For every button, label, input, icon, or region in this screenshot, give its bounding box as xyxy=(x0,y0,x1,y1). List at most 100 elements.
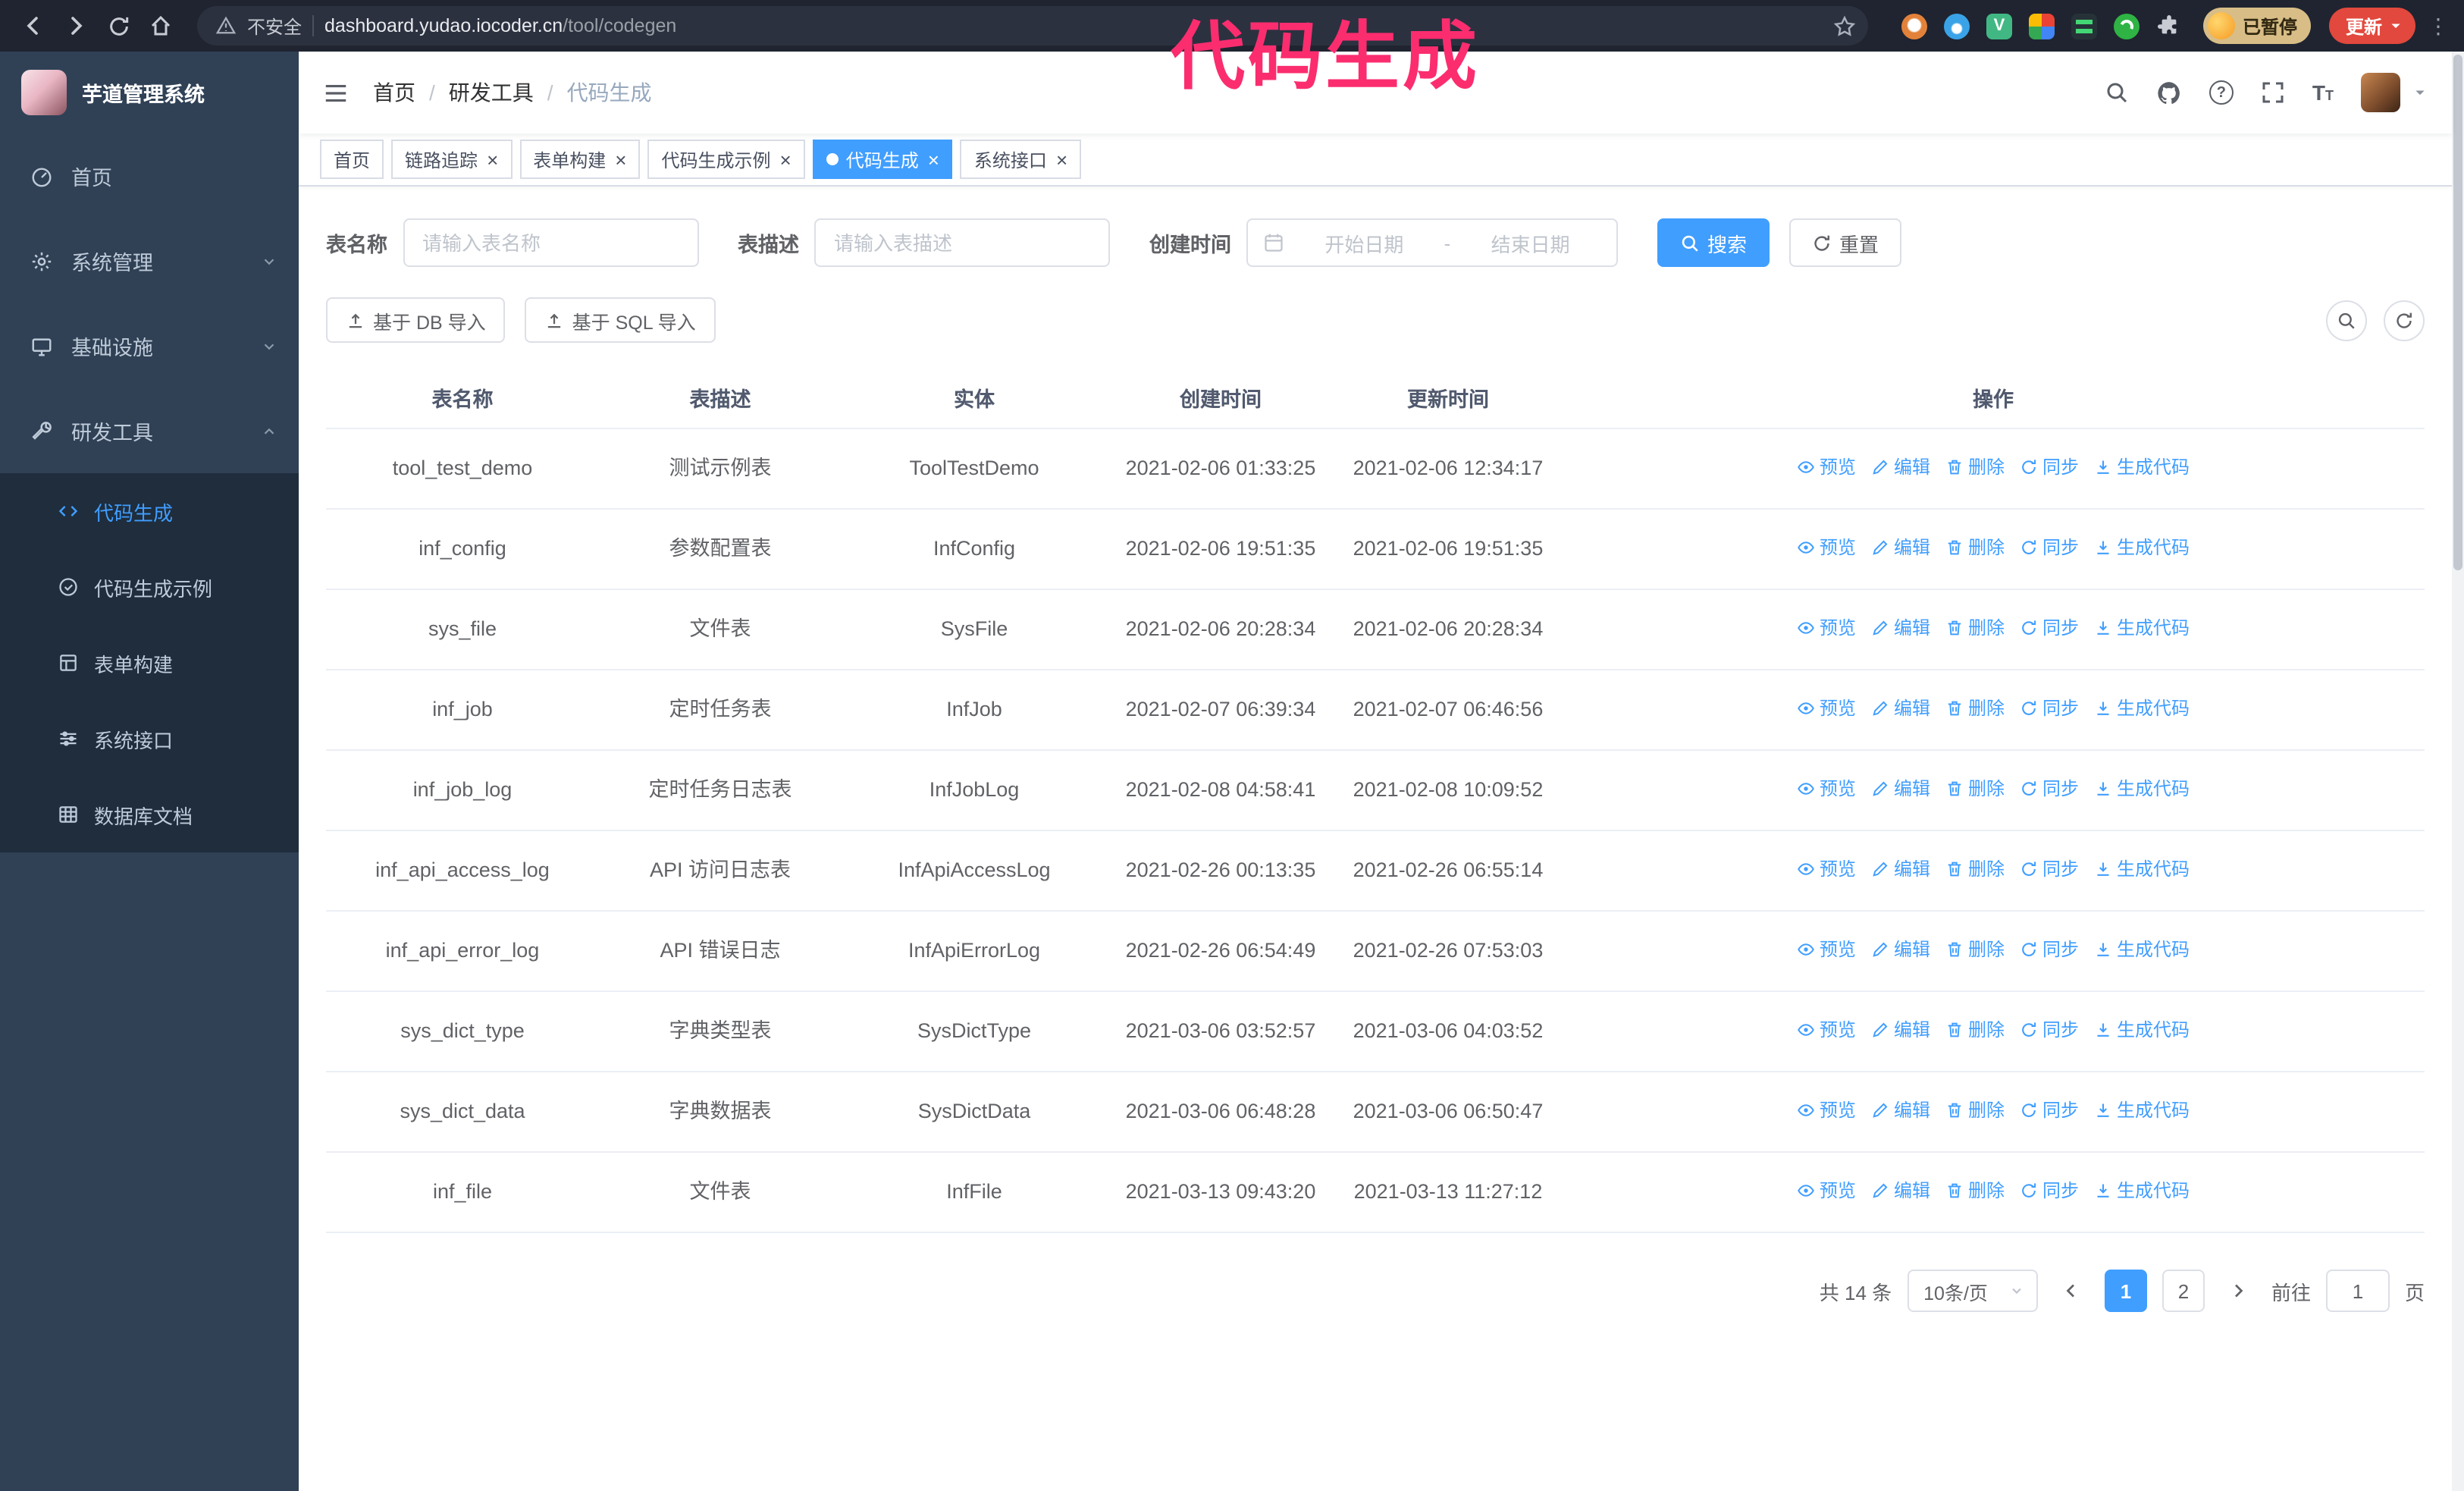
extension-icon-4[interactable] xyxy=(2028,13,2055,39)
action-delete[interactable]: 删除 xyxy=(1945,933,2005,966)
address-bar[interactable]: 不安全 dashboard.yudao.iocoder.cn/tool/code… xyxy=(197,6,1868,46)
scrollbar-thumb[interactable] xyxy=(2453,55,2462,570)
action-edit[interactable]: 编辑 xyxy=(1871,531,1930,564)
page-button-2[interactable]: 2 xyxy=(2161,1270,2205,1312)
action-generate-code[interactable]: 生成代码 xyxy=(2094,531,2190,564)
action-preview[interactable]: 预览 xyxy=(1797,772,1856,805)
github-icon[interactable] xyxy=(2156,80,2182,105)
extension-icon-2[interactable] xyxy=(1943,13,1970,39)
action-sync[interactable]: 同步 xyxy=(2020,852,2079,886)
fullscreen-icon[interactable] xyxy=(2261,80,2285,105)
action-delete[interactable]: 删除 xyxy=(1945,852,2005,886)
action-delete[interactable]: 删除 xyxy=(1945,611,2005,645)
profile-paused-chip[interactable]: 已暂停 xyxy=(2202,8,2311,44)
action-delete[interactable]: 删除 xyxy=(1945,1174,2005,1207)
browser-back-icon[interactable] xyxy=(15,8,52,44)
refresh-table-button[interactable] xyxy=(2384,300,2425,341)
toggle-search-button[interactable] xyxy=(2326,300,2367,341)
sidebar-item-infrastructure[interactable]: 基础设施 xyxy=(0,303,299,388)
action-edit[interactable]: 编辑 xyxy=(1871,1174,1930,1207)
page-button-1[interactable]: 1 xyxy=(2104,1270,2147,1312)
action-generate-code[interactable]: 生成代码 xyxy=(2094,772,2190,805)
action-sync[interactable]: 同步 xyxy=(2020,1174,2079,1207)
action-edit[interactable]: 编辑 xyxy=(1871,933,1930,966)
action-preview[interactable]: 预览 xyxy=(1797,531,1856,564)
tab-tracing[interactable]: 链路追踪 × xyxy=(391,140,513,179)
tab-codegen-example[interactable]: 代码生成示例 × xyxy=(647,140,805,179)
breadcrumb-home[interactable]: 首页 xyxy=(373,77,415,108)
browser-reload-icon[interactable] xyxy=(100,8,136,44)
tab-home[interactable]: 首页 xyxy=(320,140,384,179)
sidebar-item-form-builder[interactable]: 表单构建 xyxy=(0,625,299,701)
breadcrumb-devtools[interactable]: 研发工具 xyxy=(449,77,534,108)
close-icon[interactable]: × xyxy=(487,149,498,169)
action-generate-code[interactable]: 生成代码 xyxy=(2094,1013,2190,1047)
action-preview[interactable]: 预览 xyxy=(1797,1174,1856,1207)
action-generate-code[interactable]: 生成代码 xyxy=(2094,692,2190,725)
extensions-puzzle-icon[interactable] xyxy=(2156,13,2182,39)
action-preview[interactable]: 预览 xyxy=(1797,852,1856,886)
browser-menu-icon[interactable]: ⋮ xyxy=(2428,13,2449,39)
close-icon[interactable]: × xyxy=(780,149,792,169)
sidebar-item-home[interactable]: 首页 xyxy=(0,133,299,218)
search-icon[interactable] xyxy=(2105,80,2129,105)
prev-page-button[interactable] xyxy=(2053,1270,2089,1312)
action-edit[interactable]: 编辑 xyxy=(1871,611,1930,645)
action-generate-code[interactable]: 生成代码 xyxy=(2094,933,2190,966)
action-delete[interactable]: 删除 xyxy=(1945,772,2005,805)
action-sync[interactable]: 同步 xyxy=(2020,1013,2079,1047)
action-edit[interactable]: 编辑 xyxy=(1871,450,1930,484)
action-sync[interactable]: 同步 xyxy=(2020,450,2079,484)
vue-devtools-extension-icon[interactable]: V xyxy=(1986,13,2012,39)
action-preview[interactable]: 预览 xyxy=(1797,692,1856,725)
action-preview[interactable]: 预览 xyxy=(1797,1013,1856,1047)
bookmark-star-icon[interactable] xyxy=(1833,14,1856,37)
sidebar-item-system-api[interactable]: 系统接口 xyxy=(0,701,299,777)
next-page-button[interactable] xyxy=(2220,1270,2256,1312)
extension-icon-1[interactable] xyxy=(1901,13,1927,39)
date-range-picker[interactable]: 开始日期 - 结束日期 xyxy=(1246,218,1618,267)
caret-down-icon[interactable] xyxy=(2412,85,2428,100)
font-size-icon[interactable]: TT xyxy=(2312,82,2334,103)
extension-icon-5[interactable] xyxy=(2071,13,2097,39)
action-generate-code[interactable]: 生成代码 xyxy=(2094,1174,2190,1207)
browser-update-button[interactable]: 更新 xyxy=(2328,8,2415,44)
action-generate-code[interactable]: 生成代码 xyxy=(2094,1094,2190,1127)
sidebar-item-codegen[interactable]: 代码生成 xyxy=(0,473,299,549)
action-delete[interactable]: 删除 xyxy=(1945,531,2005,564)
user-avatar[interactable] xyxy=(2361,73,2400,112)
tab-system-api[interactable]: 系统接口 × xyxy=(960,140,1082,179)
action-sync[interactable]: 同步 xyxy=(2020,692,2079,725)
scrollbar-track[interactable] xyxy=(2452,52,2464,1491)
action-preview[interactable]: 预览 xyxy=(1797,933,1856,966)
action-sync[interactable]: 同步 xyxy=(2020,772,2079,805)
action-delete[interactable]: 删除 xyxy=(1945,450,2005,484)
extension-icon-6[interactable] xyxy=(2113,13,2140,39)
close-icon[interactable]: × xyxy=(1056,149,1067,169)
action-delete[interactable]: 删除 xyxy=(1945,692,2005,725)
action-generate-code[interactable]: 生成代码 xyxy=(2094,852,2190,886)
action-preview[interactable]: 预览 xyxy=(1797,611,1856,645)
action-delete[interactable]: 删除 xyxy=(1945,1013,2005,1047)
browser-forward-icon[interactable] xyxy=(58,8,94,44)
close-icon[interactable]: × xyxy=(928,149,939,169)
action-sync[interactable]: 同步 xyxy=(2020,611,2079,645)
import-sql-button[interactable]: 基于 SQL 导入 xyxy=(525,297,716,343)
sidebar-item-db-docs[interactable]: 数据库文档 xyxy=(0,777,299,852)
sidebar-item-devtools[interactable]: 研发工具 xyxy=(0,388,299,473)
app-logo[interactable]: 芋道管理系统 xyxy=(0,52,299,133)
reset-button[interactable]: 重置 xyxy=(1789,218,1902,267)
sidebar-item-codegen-example[interactable]: 代码生成示例 xyxy=(0,549,299,625)
action-edit[interactable]: 编辑 xyxy=(1871,852,1930,886)
action-edit[interactable]: 编辑 xyxy=(1871,1094,1930,1127)
security-label[interactable]: 不安全 xyxy=(247,13,302,39)
close-icon[interactable]: × xyxy=(615,149,626,169)
action-preview[interactable]: 预览 xyxy=(1797,450,1856,484)
sidebar-item-system[interactable]: 系统管理 xyxy=(0,218,299,303)
action-generate-code[interactable]: 生成代码 xyxy=(2094,450,2190,484)
browser-home-icon[interactable] xyxy=(143,8,179,44)
page-size-select[interactable]: 10条/页 xyxy=(1907,1270,2038,1312)
help-icon[interactable]: ? xyxy=(2209,80,2234,105)
tab-form-builder[interactable]: 表单构建 × xyxy=(519,140,641,179)
action-delete[interactable]: 删除 xyxy=(1945,1094,2005,1127)
